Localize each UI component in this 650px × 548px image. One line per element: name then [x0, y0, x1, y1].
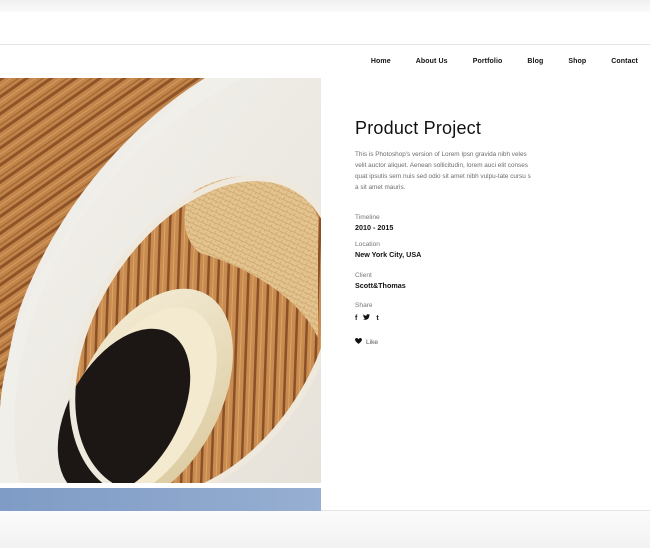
project-page: Home About Us Portfolio Blog Shop Contac…: [0, 45, 650, 511]
nav-portfolio[interactable]: Portfolio: [473, 58, 503, 65]
tumblr-icon[interactable]: t: [376, 315, 378, 323]
timeline-label: Timeline: [355, 214, 380, 221]
facebook-icon[interactable]: f: [355, 315, 357, 323]
project-info: Product Project This is Photoshop's vers…: [355, 118, 555, 346]
timeline-block: Timeline 2010 - 2015: [355, 214, 555, 232]
nav-contact[interactable]: Contact: [611, 58, 638, 65]
nav-home[interactable]: Home: [371, 58, 391, 65]
nav-about-us[interactable]: About Us: [416, 58, 448, 65]
nav-shop[interactable]: Shop: [568, 58, 586, 65]
like-label: Like: [366, 338, 379, 346]
share-icons: f t: [355, 314, 555, 323]
client-block: Client Scott&Thomas: [355, 272, 555, 290]
hero-accent-strip: [0, 488, 321, 511]
like-button[interactable]: Like: [355, 338, 555, 346]
bottom-shade: [0, 511, 650, 548]
heart-icon: [355, 338, 362, 346]
location-value: New York City, USA: [355, 250, 422, 259]
client-value: Scott&Thomas: [355, 281, 406, 290]
project-description: This is Photoshop's version of Lorem Ips…: [355, 151, 531, 191]
twitter-icon[interactable]: [363, 314, 371, 323]
location-block: Location New York City, USA: [355, 241, 555, 259]
share-label: Share: [355, 302, 373, 309]
client-label: Client: [355, 272, 372, 279]
project-hero-image: [0, 78, 321, 483]
main-nav: Home About Us Portfolio Blog Shop Contac…: [346, 58, 638, 65]
share-block: Share f t: [355, 302, 555, 323]
site-header: [0, 12, 650, 45]
nav-blog[interactable]: Blog: [527, 58, 543, 65]
timeline-value: 2010 - 2015: [355, 223, 394, 232]
location-label: Location: [355, 241, 380, 248]
top-shade: [0, 0, 650, 12]
project-title: Product Project: [355, 118, 482, 138]
